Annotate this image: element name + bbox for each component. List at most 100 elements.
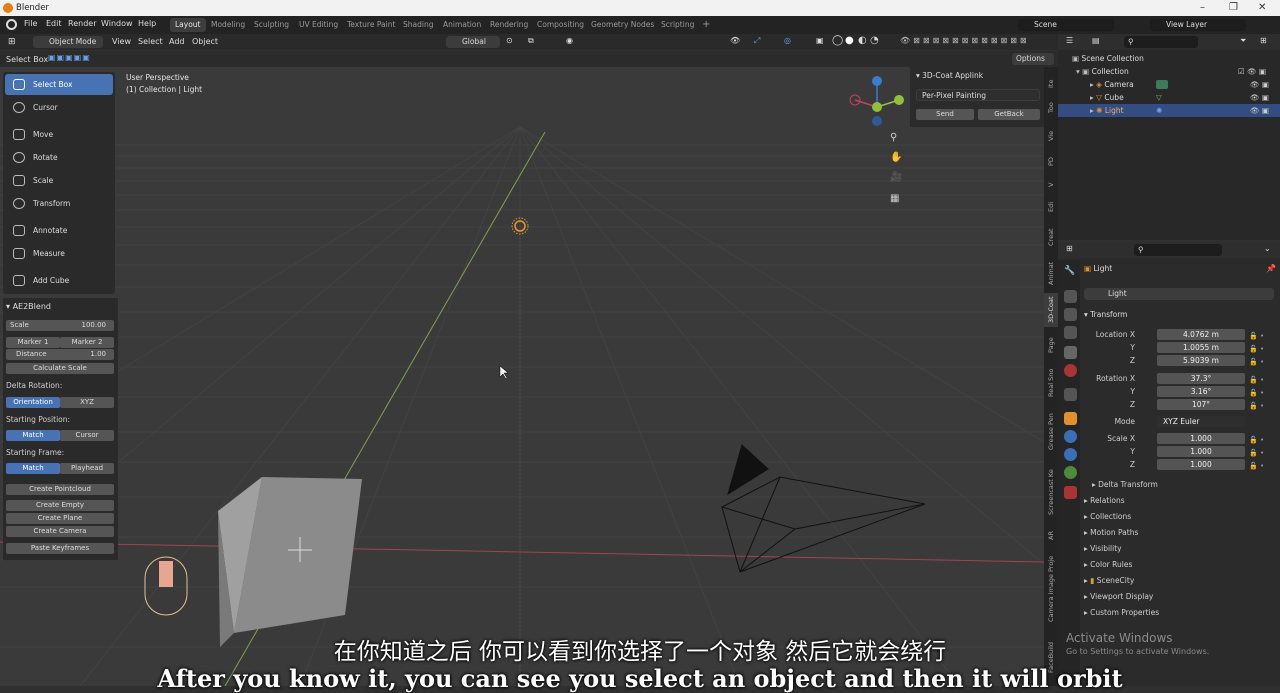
frame-playhead-toggle[interactable]: Playhead bbox=[60, 463, 114, 474]
collections-panel[interactable]: ▸ Collections bbox=[1084, 512, 1131, 521]
tab-texture-paint[interactable]: Texture Paint bbox=[342, 18, 400, 32]
rotation-x-field[interactable]: 37.3° bbox=[1157, 373, 1245, 384]
outliner-item-cube[interactable]: ▸ ▽ Cube ▽ 👁 ▣ bbox=[1058, 91, 1280, 104]
transform-panel-header[interactable]: ▾ Transform bbox=[1084, 310, 1127, 319]
world-tab-icon[interactable] bbox=[1064, 364, 1077, 377]
viewport-display-panel[interactable]: ▸ Viewport Display bbox=[1084, 592, 1153, 601]
navigation-gizmo[interactable] bbox=[849, 76, 904, 126]
tab-geometry-nodes[interactable]: Geometry Nodes bbox=[586, 18, 659, 32]
sidetab-pd[interactable]: PD bbox=[1044, 155, 1058, 169]
tool-rotate[interactable]: Rotate bbox=[5, 147, 113, 168]
tool-move[interactable]: Move bbox=[5, 124, 113, 145]
overlay-icon[interactable]: ◎ bbox=[784, 36, 791, 45]
sidetab-animate[interactable]: Animat bbox=[1044, 259, 1058, 287]
pan-hand-icon[interactable]: ✋ bbox=[890, 150, 902, 163]
collection-row[interactable]: ▾ ▣ Collection ☑ 👁 ▣ bbox=[1058, 65, 1280, 78]
menu-add[interactable]: Add bbox=[169, 37, 185, 46]
outliner-search-input[interactable]: ⚲ bbox=[1124, 36, 1198, 48]
tool-select-box[interactable]: Select Box bbox=[5, 74, 113, 95]
camera-object[interactable] bbox=[720, 444, 926, 573]
sidetab-ar[interactable]: AR bbox=[1044, 529, 1058, 543]
tool-transform[interactable]: Transform bbox=[5, 193, 113, 214]
lock-icons[interactable]: 🔓 • 🔓 • 🔓 • bbox=[1249, 434, 1264, 473]
outliner-editor-icon[interactable]: ☰ bbox=[1066, 36, 1073, 45]
display-mode-icon[interactable]: ▤ bbox=[1092, 36, 1100, 45]
filter-icon[interactable]: ⏷ bbox=[1240, 36, 1246, 46]
tab-animation[interactable]: Animation bbox=[438, 18, 486, 32]
tool-tab-icon[interactable]: 🔧 bbox=[1064, 266, 1077, 279]
sidetab-facebuilder[interactable]: FaceBuild bbox=[1044, 635, 1058, 679]
light-data-tab-icon[interactable] bbox=[1064, 466, 1077, 479]
menu-object[interactable]: Object bbox=[192, 37, 218, 46]
position-cursor-toggle[interactable]: Cursor bbox=[60, 430, 114, 441]
tab-sculpting[interactable]: Sculpting bbox=[249, 18, 294, 32]
3d-viewport[interactable]: ⚲ ✋ 🎥 ▦ User Perspective (1) Collection … bbox=[0, 67, 1044, 686]
row-visibility-icons[interactable]: 👁 ▣ bbox=[1250, 104, 1269, 117]
tool-measure[interactable]: Measure bbox=[5, 243, 113, 264]
snap-icon[interactable]: ⧉ bbox=[528, 36, 534, 46]
output-tab-icon[interactable] bbox=[1064, 308, 1077, 321]
tab-rendering[interactable]: Rendering bbox=[485, 18, 533, 32]
tab-layout[interactable]: Layout bbox=[170, 18, 206, 32]
menu-window[interactable]: Window bbox=[101, 19, 133, 28]
color-rules-panel[interactable]: ▸ Color Rules bbox=[1084, 560, 1132, 569]
texture-tab-icon[interactable] bbox=[1064, 486, 1077, 499]
visibility-filter-icon[interactable]: 👁 bbox=[730, 36, 740, 45]
marker1-button[interactable]: Marker 1 bbox=[6, 337, 60, 348]
motion-paths-panel[interactable]: ▸ Motion Paths bbox=[1084, 528, 1138, 537]
add-workspace-button[interactable]: + bbox=[697, 18, 715, 32]
painting-mode-dropdown[interactable]: Per-Pixel Painting bbox=[916, 89, 1040, 101]
modifier-tab-icon[interactable] bbox=[1064, 430, 1077, 443]
scale-x-field[interactable]: 1.000 bbox=[1157, 433, 1245, 444]
collection-tab-icon[interactable] bbox=[1064, 388, 1077, 401]
create-camera-button[interactable]: Create Camera bbox=[6, 526, 114, 537]
editor-type-icon[interactable]: ⊞ bbox=[8, 37, 16, 47]
zoom-icon[interactable]: ⚲ bbox=[890, 132, 897, 143]
menu-file[interactable]: File bbox=[24, 19, 37, 28]
select-mode-icons[interactable]: ▣▣▣▣▣ bbox=[48, 53, 91, 62]
custom-properties-panel[interactable]: ▸ Custom Properties bbox=[1084, 608, 1159, 617]
view-layer-selector[interactable]: View Layer bbox=[1150, 19, 1246, 31]
sidetab-grease-pencil[interactable]: Grease Pen bbox=[1044, 409, 1058, 455]
options-dropdown[interactable]: Options bbox=[1012, 53, 1054, 65]
shading-wireframe-icon[interactable]: ◯ bbox=[832, 35, 843, 46]
gizmo-icon[interactable]: ⤢ bbox=[754, 36, 760, 46]
row-visibility-icons[interactable]: 👁 ▣ bbox=[1250, 78, 1269, 91]
view-layer-tab-icon[interactable] bbox=[1064, 326, 1077, 339]
blender-menu-icon[interactable] bbox=[6, 19, 17, 30]
create-pointcloud-button[interactable]: Create Pointcloud bbox=[6, 484, 114, 495]
lock-icons[interactable]: 🔓 • 🔓 • 🔓 • bbox=[1249, 330, 1264, 369]
scenecity-panel[interactable]: ▸ ▮ SceneCity bbox=[1084, 576, 1134, 585]
tab-modeling[interactable]: Modeling bbox=[206, 18, 250, 32]
location-y-field[interactable]: 1.0055 m bbox=[1157, 342, 1245, 353]
location-x-field[interactable]: 4.0762 m bbox=[1157, 329, 1245, 340]
sidetab-create[interactable]: Creat bbox=[1044, 225, 1058, 249]
menu-render[interactable]: Render bbox=[68, 19, 96, 28]
rotation-mode-dropdown[interactable]: XYZ Euler bbox=[1157, 416, 1245, 427]
mode-dropdown[interactable]: Object Mode bbox=[33, 36, 103, 48]
scene-tab-icon[interactable] bbox=[1064, 346, 1077, 359]
xyz-toggle[interactable]: XYZ bbox=[60, 397, 114, 408]
create-empty-button[interactable]: Create Empty bbox=[6, 500, 114, 511]
menu-help[interactable]: Help bbox=[138, 19, 156, 28]
create-plane-button[interactable]: Create Plane bbox=[6, 513, 114, 524]
sidetab-screencast-keys[interactable]: Screencast Ke bbox=[1044, 463, 1058, 521]
tab-compositing[interactable]: Compositing bbox=[532, 18, 589, 32]
scale-z-field[interactable]: 1.000 bbox=[1157, 459, 1245, 470]
sidetab-v[interactable]: V bbox=[1044, 179, 1058, 191]
shading-solid-icon[interactable]: ● bbox=[845, 35, 854, 46]
sidetab-item[interactable]: Ite bbox=[1044, 75, 1058, 93]
location-z-field[interactable]: 5.9039 m bbox=[1157, 355, 1245, 366]
object-tab-icon[interactable] bbox=[1064, 412, 1077, 425]
cube-object[interactable] bbox=[218, 477, 362, 647]
properties-options-icon[interactable]: ⌄ bbox=[1264, 244, 1271, 253]
marker2-button[interactable]: Marker 2 bbox=[60, 337, 114, 348]
outliner-item-light[interactable]: ▸ ✺ Light ✺ 👁 ▣ bbox=[1058, 104, 1280, 117]
sidetab-real-snow[interactable]: Real Sno bbox=[1044, 365, 1058, 401]
minimize-icon[interactable]: – bbox=[1200, 2, 1205, 13]
relations-panel[interactable]: ▸ Relations bbox=[1084, 496, 1125, 505]
3dcoat-title[interactable]: ▾ 3D-Coat Applink bbox=[916, 71, 983, 80]
outliner-item-camera[interactable]: ▸ ◈ Camera 👁 ▣ bbox=[1058, 78, 1280, 91]
tool-add-cube[interactable]: Add Cube bbox=[5, 270, 113, 291]
menu-select[interactable]: Select bbox=[138, 37, 163, 46]
